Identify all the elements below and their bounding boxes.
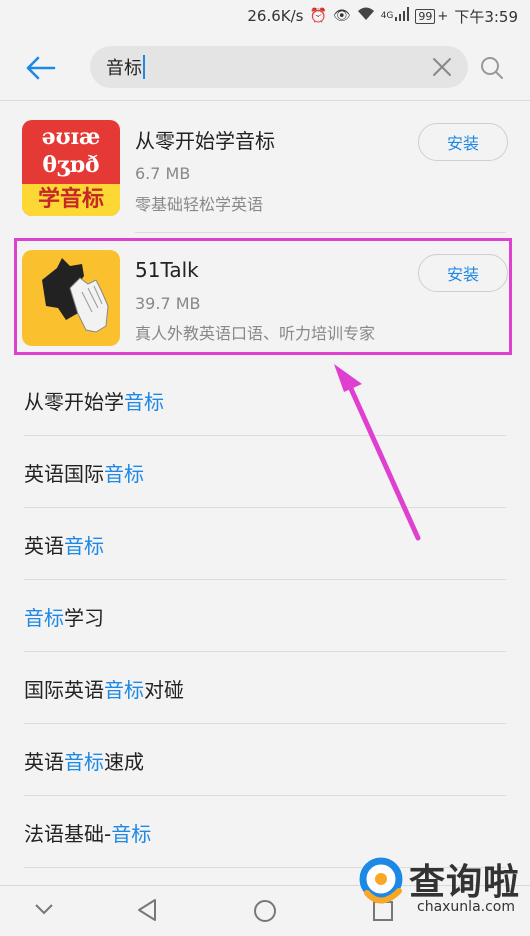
icon-phonetic-line-2: θʒɒð xyxy=(42,152,100,178)
text-cursor xyxy=(143,55,145,79)
battery-level: 99 xyxy=(418,9,433,23)
app-description: 零基础轻松学英语 xyxy=(135,195,264,214)
clear-button[interactable] xyxy=(422,47,462,87)
search-header: 音标 xyxy=(0,36,530,100)
close-icon xyxy=(433,58,451,76)
icon-phonetic-line-1: əʊɪæ xyxy=(41,124,101,150)
arrow-left-icon xyxy=(26,56,56,80)
watermark-text: 查询啦 xyxy=(409,862,521,903)
eye-icon: 👁 xyxy=(332,8,351,24)
suggestion-match: 音标 xyxy=(104,677,144,702)
signal-icon xyxy=(395,7,410,25)
suggestion-text: 英语 xyxy=(24,533,64,558)
suggestion-text: 速成 xyxy=(104,749,144,774)
search-button[interactable] xyxy=(478,54,506,82)
watermark-logo-icon xyxy=(359,857,403,904)
charging-icon: + xyxy=(437,8,449,24)
suggestion-item[interactable]: 英语国际 音标 xyxy=(0,436,530,508)
suggestion-text: 英语 xyxy=(24,749,64,774)
suggestion-match: 音标 xyxy=(64,749,104,774)
suggestion-text: 英语国际 xyxy=(24,461,104,486)
network-speed: 26.6K/s xyxy=(247,7,304,25)
suggestion-text: 对碰 xyxy=(144,677,184,702)
suggestion-match: 音标 xyxy=(64,533,104,558)
suggestion-match: 音标 xyxy=(111,821,152,846)
suggestion-text: 法语基础- xyxy=(24,821,112,846)
suggestion-text: 从零开始学 xyxy=(24,389,124,414)
back-button[interactable] xyxy=(16,43,66,93)
suggestion-item[interactable]: 从零开始学 音标 xyxy=(0,364,530,436)
app-size: 6.7 MB xyxy=(135,164,191,183)
suggestion-match: 音标 xyxy=(124,389,164,414)
suggestion-match: 音标 xyxy=(104,461,144,486)
battery-indicator: 99 xyxy=(415,8,436,24)
search-input[interactable]: 音标 xyxy=(90,46,468,88)
row-divider xyxy=(135,232,506,233)
status-bar: 26.6K/s ⏰ 👁 4G 99 + 下午3:59 xyxy=(0,0,530,32)
highlight-box xyxy=(14,238,512,355)
search-query: 音标 xyxy=(106,58,142,79)
suggestion-item[interactable]: 国际英语 音标 对碰 xyxy=(0,652,530,724)
clock: 下午3:59 xyxy=(454,7,518,26)
suggestion-text: 国际英语 xyxy=(24,677,104,702)
watermark: 查询啦 chaxunla.com xyxy=(355,845,525,925)
search-icon xyxy=(481,57,503,79)
home-circle-icon[interactable] xyxy=(252,898,278,924)
watermark-url: chaxunla.com xyxy=(417,899,515,915)
alarm-icon: ⏰ xyxy=(309,8,327,24)
suggestion-item[interactable]: 音标 学习 xyxy=(0,580,530,652)
chevron-down-icon[interactable] xyxy=(34,902,54,916)
app-result-1[interactable]: əʊɪæ θʒɒð 学音标 从零开始学音标 6.7 MB 零基础轻松学英语 安装 xyxy=(0,101,530,221)
back-triangle-icon[interactable] xyxy=(136,898,158,922)
suggestion-match: 音标 xyxy=(24,605,64,630)
app-name: 从零开始学音标 xyxy=(135,129,275,153)
suggestion-text: 学习 xyxy=(64,605,104,630)
install-button[interactable]: 安装 xyxy=(418,123,508,161)
icon-label: 学音标 xyxy=(37,187,104,212)
suggestion-item[interactable]: 英语 音标 xyxy=(0,508,530,580)
wifi-icon xyxy=(357,7,375,25)
network-type: 4G xyxy=(380,11,394,21)
suggestion-item[interactable]: 英语 音标 速成 xyxy=(0,724,530,796)
app-icon-yinbiao: əʊɪæ θʒɒð 学音标 xyxy=(22,120,120,216)
